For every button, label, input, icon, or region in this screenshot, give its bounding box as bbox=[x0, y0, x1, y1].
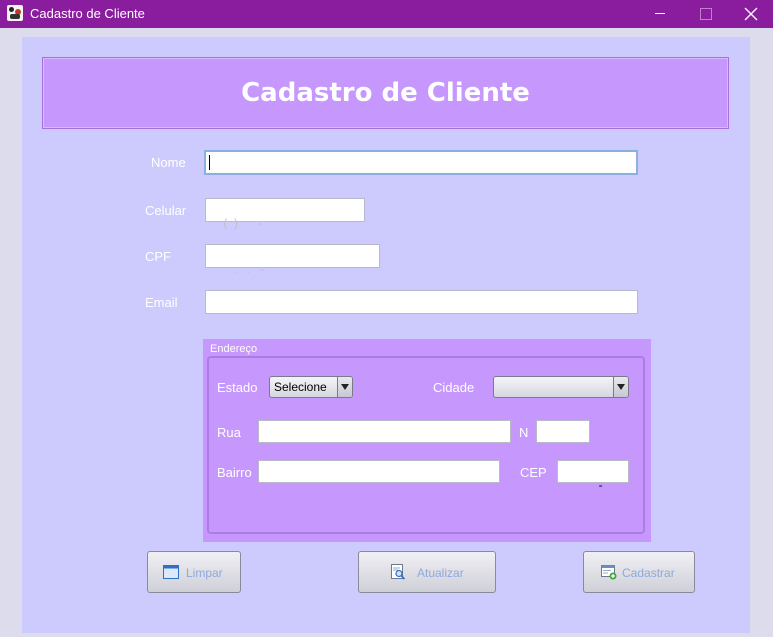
cidade-label: Cidade bbox=[433, 380, 475, 395]
window-frame bbox=[0, 28, 22, 637]
close-button[interactable] bbox=[728, 0, 773, 28]
window-title: Cadastro de Cliente bbox=[30, 6, 145, 21]
cidade-select[interactable] bbox=[493, 376, 629, 398]
celular-label: Celular bbox=[145, 203, 187, 218]
cpf-field[interactable]: . . - bbox=[205, 244, 380, 276]
cpf-label: CPF bbox=[145, 249, 171, 264]
rua-label: Rua bbox=[217, 425, 241, 440]
estado-label: Estado bbox=[217, 380, 258, 395]
atualizar-label: Atualizar bbox=[417, 566, 464, 580]
text-caret bbox=[209, 155, 210, 170]
limpar-label: Limpar bbox=[186, 566, 223, 580]
form-panel: Cadastro de Cliente Nome Celular ( ) - C… bbox=[22, 37, 750, 633]
chevron-down-icon[interactable] bbox=[337, 377, 352, 397]
atualizar-button[interactable]: Atualizar bbox=[358, 551, 496, 593]
search-document-icon bbox=[391, 564, 406, 580]
estado-selected-value: Selecione bbox=[274, 380, 327, 394]
cep-mask: - bbox=[582, 478, 603, 492]
minimize-button[interactable] bbox=[637, 0, 683, 28]
email-field[interactable] bbox=[205, 290, 638, 314]
close-icon bbox=[744, 7, 758, 21]
celular-field[interactable]: ( ) - bbox=[205, 198, 365, 230]
numero-label: N bbox=[519, 425, 529, 440]
bairro-label: Bairro bbox=[217, 465, 252, 480]
cep-field[interactable]: - bbox=[557, 460, 629, 492]
address-group-title: Endereço bbox=[210, 343, 258, 355]
cep-label: CEP bbox=[520, 465, 547, 480]
cadastrar-button[interactable]: Cadastrar bbox=[583, 551, 695, 593]
nome-field[interactable] bbox=[204, 150, 638, 175]
limpar-button[interactable]: Limpar bbox=[147, 551, 241, 593]
estado-select[interactable]: Selecione bbox=[269, 376, 353, 398]
window-icon bbox=[163, 565, 179, 579]
header-banner: Cadastro de Cliente bbox=[42, 57, 729, 129]
rua-field[interactable] bbox=[258, 420, 511, 443]
chevron-down-icon[interactable] bbox=[613, 377, 628, 397]
add-document-icon bbox=[601, 565, 617, 580]
page-title: Cadastro de Cliente bbox=[241, 78, 530, 108]
cadastrar-label: Cadastrar bbox=[622, 566, 675, 580]
email-label: Email bbox=[145, 295, 178, 310]
maximize-button[interactable] bbox=[683, 0, 729, 28]
nome-label: Nome bbox=[151, 155, 186, 170]
cpf-mask: . . - bbox=[223, 262, 265, 276]
numero-field[interactable] bbox=[536, 420, 590, 443]
address-group: Endereço Estado Selecione Cidade Rua N B… bbox=[203, 339, 651, 542]
app-icon[interactable] bbox=[7, 5, 23, 21]
title-bar: Cadastro de Cliente bbox=[0, 0, 773, 28]
bairro-field[interactable] bbox=[258, 460, 500, 483]
celular-mask: ( ) - bbox=[223, 216, 263, 230]
